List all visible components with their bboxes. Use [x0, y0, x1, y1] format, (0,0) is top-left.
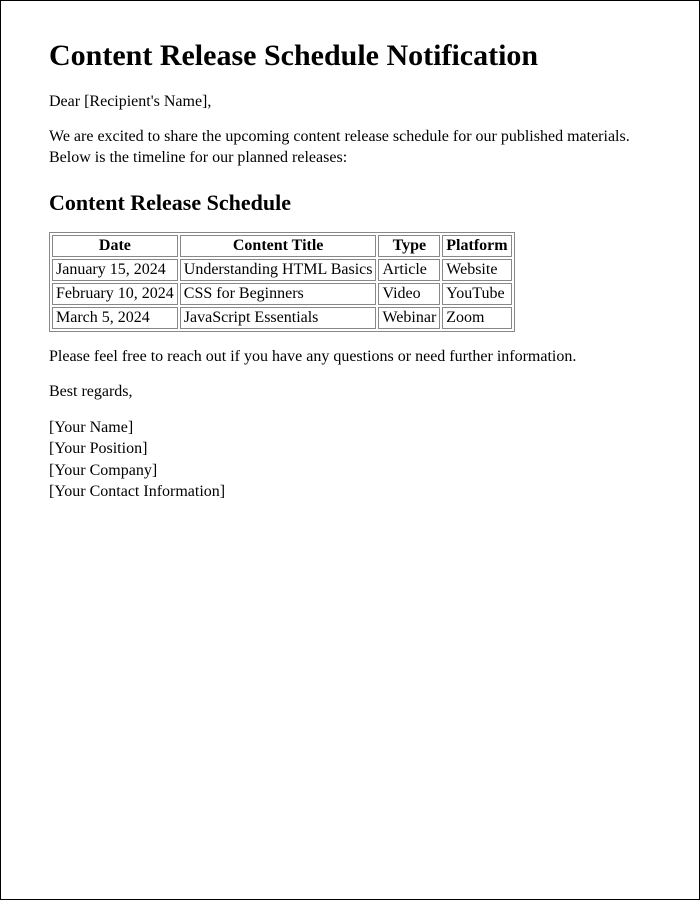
cell-title: Understanding HTML Basics — [180, 259, 377, 281]
page-title: Content Release Schedule Notification — [49, 39, 651, 73]
cell-platform: Website — [442, 259, 511, 281]
signature-position: [Your Position] — [49, 438, 651, 460]
signature-block: [Your Name] [Your Position] [Your Compan… — [49, 417, 651, 503]
col-title: Content Title — [180, 235, 377, 257]
cell-type: Webinar — [378, 307, 440, 329]
cell-date: February 10, 2024 — [52, 283, 178, 305]
col-type: Type — [378, 235, 440, 257]
signature-name: [Your Name] — [49, 417, 651, 439]
cell-type: Article — [378, 259, 440, 281]
table-row: March 5, 2024 JavaScript Essentials Webi… — [52, 307, 512, 329]
schedule-table: Date Content Title Type Platform January… — [49, 232, 515, 332]
salutation: Dear [Recipient's Name], — [49, 91, 651, 112]
signature-company: [Your Company] — [49, 460, 651, 482]
cell-title: JavaScript Essentials — [180, 307, 377, 329]
table-row: February 10, 2024 CSS for Beginners Vide… — [52, 283, 512, 305]
signature-contact: [Your Contact Information] — [49, 481, 651, 503]
col-date: Date — [52, 235, 178, 257]
document-page: Content Release Schedule Notification De… — [0, 0, 700, 900]
table-row: January 15, 2024 Understanding HTML Basi… — [52, 259, 512, 281]
cell-type: Video — [378, 283, 440, 305]
cell-platform: YouTube — [442, 283, 511, 305]
col-platform: Platform — [442, 235, 511, 257]
schedule-heading: Content Release Schedule — [49, 190, 651, 216]
cell-title: CSS for Beginners — [180, 283, 377, 305]
closing-note: Please feel free to reach out if you hav… — [49, 346, 651, 367]
valediction: Best regards, — [49, 381, 651, 402]
cell-date: January 15, 2024 — [52, 259, 178, 281]
cell-date: March 5, 2024 — [52, 307, 178, 329]
intro-paragraph: We are excited to share the upcoming con… — [49, 126, 651, 168]
table-header-row: Date Content Title Type Platform — [52, 235, 512, 257]
cell-platform: Zoom — [442, 307, 511, 329]
